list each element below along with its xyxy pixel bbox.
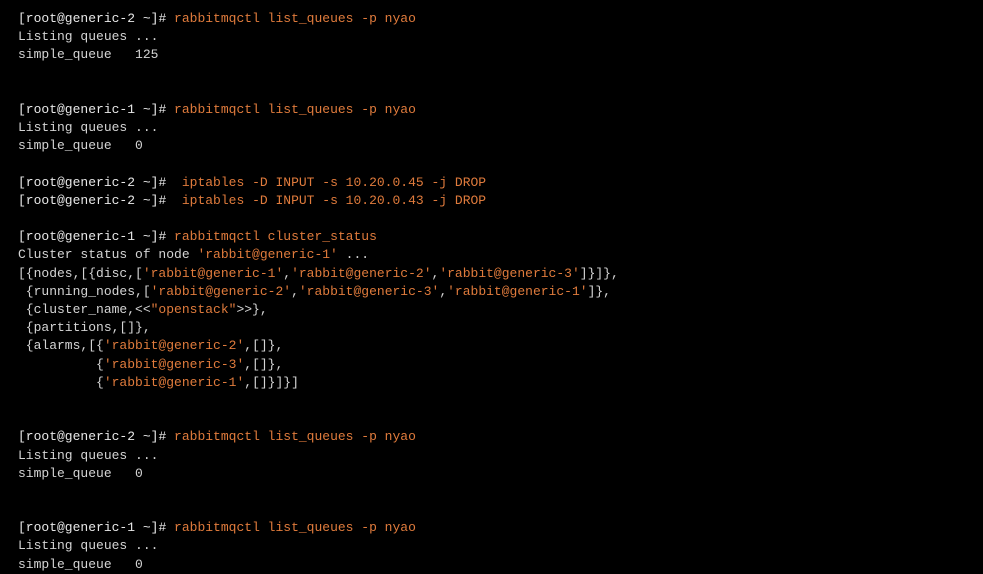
blank-line — [18, 65, 965, 83]
output-text: simple_queue 0 — [18, 557, 143, 572]
output-text: {partitions,[]}, — [18, 320, 151, 335]
output-text: , — [291, 284, 299, 299]
typed-command: rabbitmqctl list_queues -p nyao — [166, 520, 416, 535]
output-text: Listing queues ... — [18, 538, 158, 553]
output-line: simple_queue 0 — [18, 556, 965, 574]
prompt: [root@generic-2 ~] — [18, 11, 158, 26]
output-line: Listing queues ... — [18, 119, 965, 137]
string-literal: 'rabbit@generic-3' — [299, 284, 439, 299]
blank-line — [18, 83, 965, 101]
terminal-output: [root@generic-2 ~] # rabbitmqctl list_que… — [18, 10, 965, 574]
prompt: [root@generic-2 ~] — [18, 193, 158, 208]
output-text: ,[]}]}] — [244, 375, 299, 390]
blank-line — [18, 210, 965, 228]
prompt: [root@generic-2 ~] — [18, 175, 158, 190]
string-literal: 'rabbit@generic-3' — [104, 357, 244, 372]
string-literal: 'rabbit@generic-2' — [151, 284, 291, 299]
output-text: { — [18, 357, 104, 372]
output-text: , — [439, 284, 447, 299]
output-line: {'rabbit@generic-1',[]}]}] — [18, 374, 965, 392]
typed-command: iptables -D INPUT -s 10.20.0.43 -j DROP — [166, 193, 486, 208]
output-line: simple_queue 125 — [18, 46, 965, 64]
string-literal: 'rabbit@generic-2' — [104, 338, 244, 353]
output-text: { — [18, 375, 104, 390]
output-text: , — [283, 266, 291, 281]
output-line: simple_queue 0 — [18, 465, 965, 483]
string-literal: 'rabbit@generic-1' — [104, 375, 244, 390]
prompt-hash: # — [158, 520, 166, 535]
prompt: [root@generic-1 ~] — [18, 102, 158, 117]
output-text: ,[]}, — [244, 357, 283, 372]
output-line: Listing queues ... — [18, 447, 965, 465]
command-line[interactable]: [root@generic-2 ~]# rabbitmqctl list_que… — [18, 10, 965, 28]
output-text: simple_queue 0 — [18, 466, 143, 481]
typed-command: rabbitmqctl list_queues -p nyao — [166, 102, 416, 117]
prompt: [root@generic-1 ~] — [18, 229, 158, 244]
output-line: Cluster status of node 'rabbit@generic-1… — [18, 246, 965, 264]
blank-line — [18, 483, 965, 501]
typed-command: rabbitmqctl list_queues -p nyao — [166, 11, 416, 26]
command-line[interactable]: [root@generic-2 ~]# iptables -D INPUT -s… — [18, 192, 965, 210]
command-line[interactable]: [root@generic-2 ~]# iptables -D INPUT -s… — [18, 174, 965, 192]
output-text: >>}, — [236, 302, 267, 317]
blank-line — [18, 501, 965, 519]
command-line[interactable]: [root@generic-1 ~]# rabbitmqctl list_que… — [18, 101, 965, 119]
blank-line — [18, 410, 965, 428]
output-line: {'rabbit@generic-3',[]}, — [18, 356, 965, 374]
command-line[interactable]: [root@generic-2 ~]# rabbitmqctl list_que… — [18, 428, 965, 446]
output-line: Listing queues ... — [18, 537, 965, 555]
output-text: Listing queues ... — [18, 29, 158, 44]
command-line[interactable]: [root@generic-1 ~]# rabbitmqctl cluster_… — [18, 228, 965, 246]
prompt: [root@generic-1 ~] — [18, 520, 158, 535]
output-text: simple_queue 0 — [18, 138, 143, 153]
output-text: Cluster status of node — [18, 247, 197, 262]
string-literal: 'rabbit@generic-3' — [439, 266, 579, 281]
string-literal: "openstack" — [151, 302, 237, 317]
typed-command: iptables -D INPUT -s 10.20.0.45 -j DROP — [166, 175, 486, 190]
output-line: Listing queues ... — [18, 28, 965, 46]
output-text: ... — [338, 247, 369, 262]
string-literal: 'rabbit@generic-2' — [291, 266, 431, 281]
output-text: Listing queues ... — [18, 448, 158, 463]
prompt: [root@generic-2 ~] — [18, 429, 158, 444]
output-text: ]}]}, — [580, 266, 619, 281]
output-line: {alarms,[{'rabbit@generic-2',[]}, — [18, 337, 965, 355]
output-line: simple_queue 0 — [18, 137, 965, 155]
string-literal: 'rabbit@generic-1' — [197, 247, 337, 262]
output-line: [{nodes,[{disc,['rabbit@generic-1','rabb… — [18, 265, 965, 283]
typed-command: rabbitmqctl list_queues -p nyao — [166, 429, 416, 444]
output-text: Listing queues ... — [18, 120, 158, 135]
blank-line — [18, 156, 965, 174]
output-text: ]}, — [588, 284, 611, 299]
output-line: {partitions,[]}, — [18, 319, 965, 337]
output-text: ,[]}, — [244, 338, 283, 353]
output-line: {running_nodes,['rabbit@generic-2','rabb… — [18, 283, 965, 301]
typed-command: rabbitmqctl cluster_status — [166, 229, 377, 244]
string-literal: 'rabbit@generic-1' — [447, 284, 587, 299]
output-line: {cluster_name,<<"openstack">>}, — [18, 301, 965, 319]
output-text: {cluster_name,<< — [18, 302, 151, 317]
command-line[interactable]: [root@generic-1 ~]# rabbitmqctl list_que… — [18, 519, 965, 537]
output-text: [{nodes,[{disc,[ — [18, 266, 143, 281]
output-text: {alarms,[{ — [18, 338, 104, 353]
output-text: simple_queue 125 — [18, 47, 158, 62]
blank-line — [18, 392, 965, 410]
string-literal: 'rabbit@generic-1' — [143, 266, 283, 281]
output-text: {running_nodes,[ — [18, 284, 151, 299]
